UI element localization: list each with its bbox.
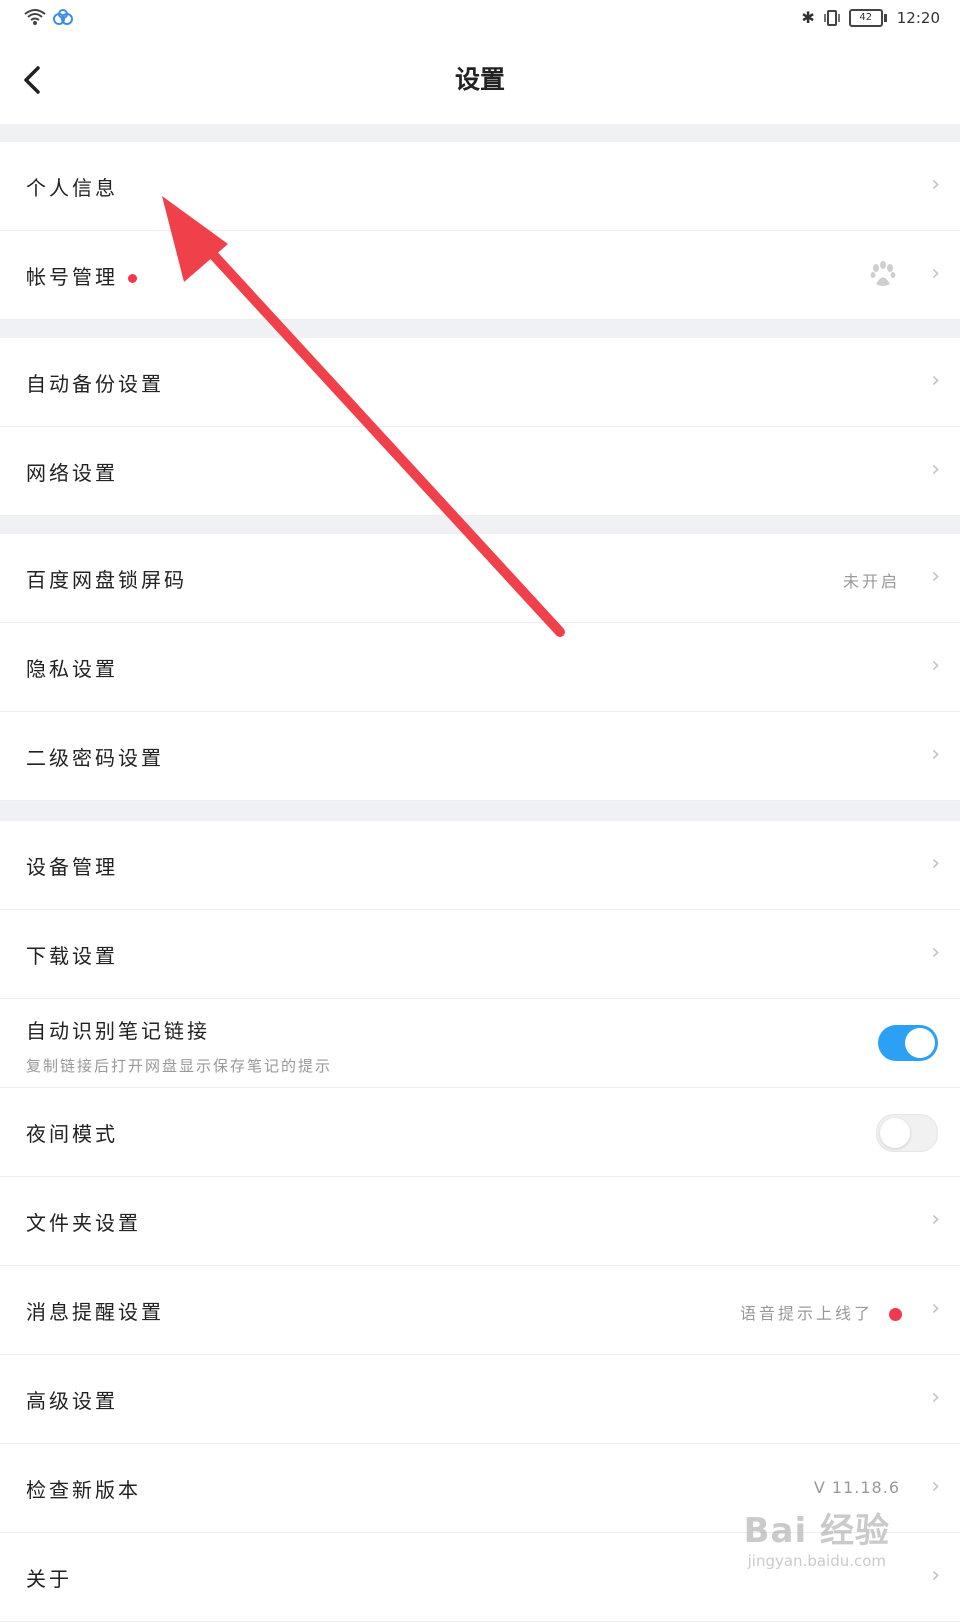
cloud-app-icon <box>53 9 73 25</box>
row-label: 隐私设置 <box>26 657 118 681</box>
chevron-right-icon: › <box>931 261 940 286</box>
status-bar: ✱ 42 12:20 <box>0 0 960 40</box>
row-label: 网络设置 <box>26 461 118 485</box>
row-note-link: 自动识别笔记链接 复制链接后打开网盘显示保存笔记的提示 <box>0 999 960 1088</box>
chevron-right-icon: › <box>931 851 940 876</box>
row-folder[interactable]: 文件夹设置 › <box>0 1177 960 1266</box>
nav-bar: 设置 <box>0 40 960 124</box>
row-label: 消息提醒设置 <box>26 1300 164 1324</box>
toggle-knob <box>905 1028 935 1058</box>
row-label: 自动识别笔记链接 <box>26 1019 210 1043</box>
row-description: 复制链接后打开网盘显示保存笔记的提示 <box>26 1057 333 1075</box>
watermark-url: jingyan.baidu.com <box>747 1552 887 1570</box>
clock: 12:20 <box>896 8 940 27</box>
bluetooth-icon: ✱ <box>801 8 815 27</box>
section-divider <box>0 516 960 534</box>
row-account[interactable]: 帐号管理 › <box>0 231 960 320</box>
chevron-right-icon: › <box>931 172 940 197</box>
row-label: 下载设置 <box>26 944 118 968</box>
row-advanced[interactable]: 高级设置 › <box>0 1355 960 1444</box>
section-divider <box>0 124 960 142</box>
row-night-mode: 夜间模式 <box>0 1088 960 1177</box>
row-value: 未开启 <box>842 572 900 591</box>
chevron-right-icon: › <box>931 742 940 767</box>
row-personal-info[interactable]: 个人信息 › <box>0 142 960 231</box>
row-message[interactable]: 消息提醒设置 语音提示上线了 › <box>0 1266 960 1355</box>
row-label: 二级密码设置 <box>26 746 164 770</box>
row-device[interactable]: 设备管理 › <box>0 821 960 910</box>
watermark: Bai 经验 jingyan.baidu.com <box>744 1503 890 1570</box>
row-label: 帐号管理 <box>26 261 137 290</box>
baidu-paw-icon <box>870 261 896 286</box>
notification-dot <box>889 1308 902 1321</box>
row-second-password[interactable]: 二级密码设置 › <box>0 712 960 801</box>
row-network[interactable]: 网络设置 › <box>0 427 960 516</box>
vibrate-icon <box>824 9 840 26</box>
chevron-right-icon: › <box>931 1296 940 1321</box>
chevron-right-icon: › <box>931 457 940 482</box>
row-download[interactable]: 下载设置 › <box>0 910 960 999</box>
row-privacy[interactable]: 隐私设置 › <box>0 623 960 712</box>
wifi-icon <box>24 9 46 25</box>
night-mode-toggle[interactable] <box>876 1114 938 1152</box>
row-value: 语音提示上线了 <box>740 1300 902 1324</box>
chevron-right-icon: › <box>931 653 940 678</box>
row-label: 夜间模式 <box>26 1122 118 1146</box>
row-label: 设备管理 <box>26 855 118 879</box>
notification-dot <box>128 274 137 283</box>
section-divider <box>0 320 960 338</box>
row-label: 百度网盘锁屏码 <box>26 568 187 592</box>
chevron-right-icon: › <box>931 1563 940 1588</box>
row-lock-screen-code[interactable]: 百度网盘锁屏码 未开启 › <box>0 534 960 623</box>
row-label: 自动备份设置 <box>26 372 164 396</box>
settings-list: 个人信息 › 帐号管理 › 自动备份设置 › 网络设置 › 百度网盘锁屏码 未开… <box>0 124 960 1622</box>
note-link-toggle[interactable] <box>878 1025 938 1061</box>
section-divider <box>0 801 960 821</box>
row-label: 高级设置 <box>26 1389 118 1413</box>
chevron-right-icon: › <box>931 1474 940 1499</box>
row-label: 检查新版本 <box>26 1478 141 1502</box>
watermark-logo: Bai 经验 <box>743 1511 890 1551</box>
chevron-right-icon: › <box>931 1385 940 1410</box>
chevron-right-icon: › <box>931 940 940 965</box>
battery-icon: 42 <box>848 8 887 27</box>
version-value: V 11.18.6 <box>813 1478 900 1497</box>
chevron-right-icon: › <box>931 1207 940 1232</box>
page-title: 设置 <box>454 65 505 94</box>
row-label: 个人信息 <box>26 176 118 200</box>
row-label: 文件夹设置 <box>26 1211 141 1235</box>
row-auto-backup[interactable]: 自动备份设置 › <box>0 338 960 427</box>
chevron-right-icon: › <box>931 564 940 589</box>
chevron-right-icon: › <box>931 368 940 393</box>
toggle-knob <box>880 1118 910 1148</box>
row-label: 关于 <box>26 1567 72 1591</box>
